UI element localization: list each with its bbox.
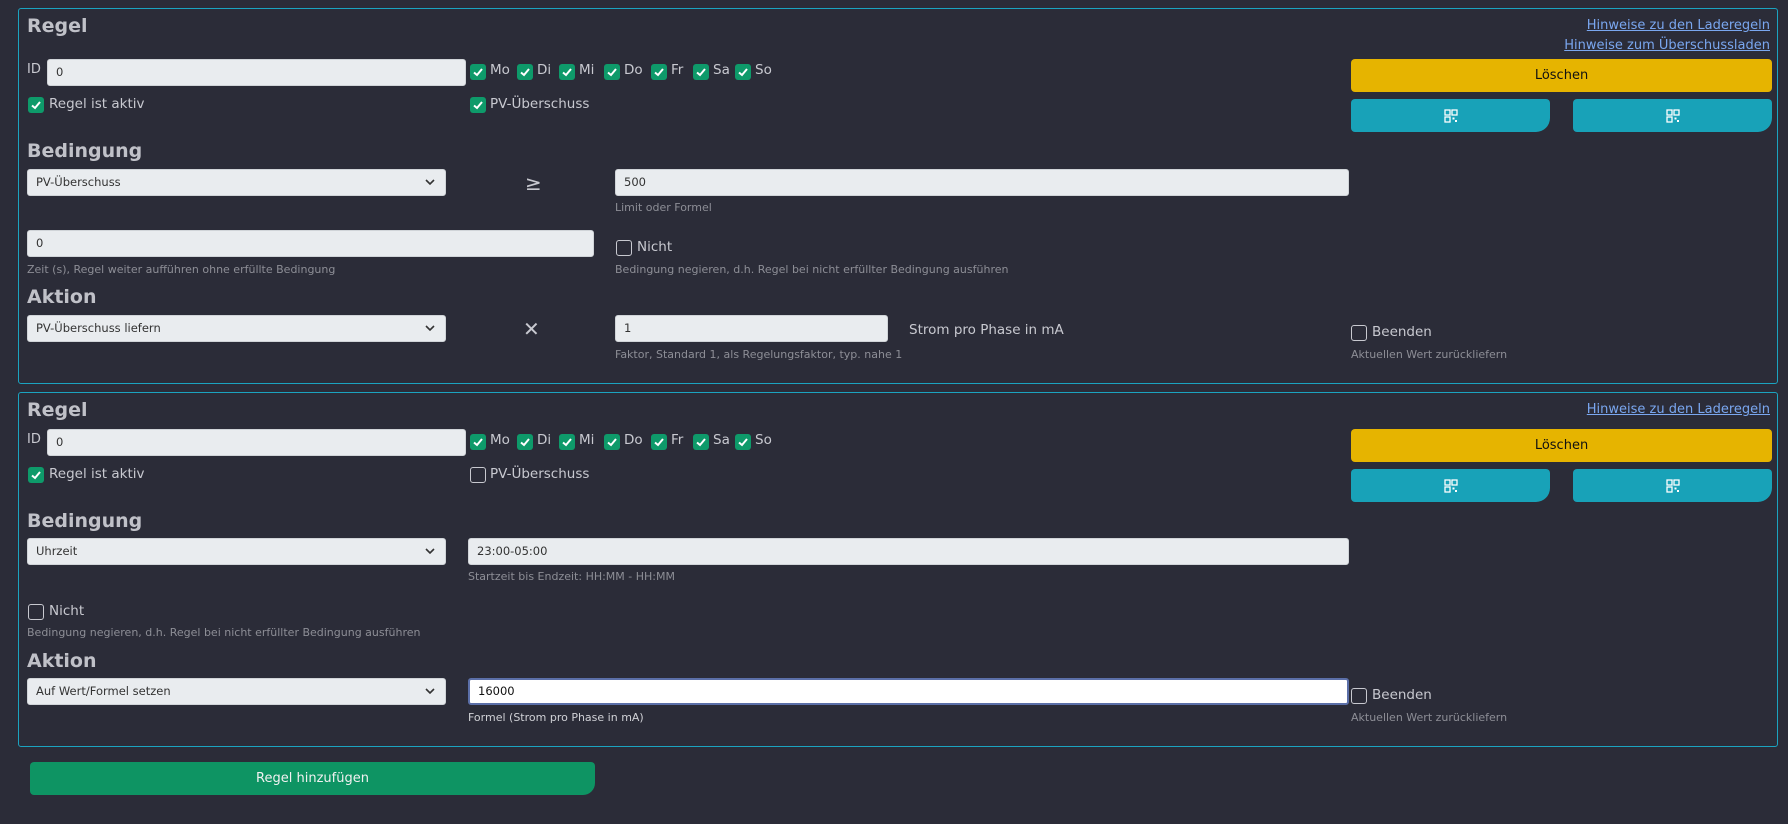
day-label-di: Di — [537, 432, 552, 448]
surplus-charging-help-link[interactable]: Hinweise zum Überschussladen — [1564, 38, 1770, 54]
rule-card-1: Regel Hinweise zu den Laderegeln Hinweis… — [18, 8, 1778, 384]
factor-input[interactable]: 1 — [615, 315, 888, 342]
time-range-input[interactable]: 23:00-05:00 — [468, 538, 1349, 565]
negate-checkbox[interactable] — [28, 604, 44, 620]
time-input[interactable]: 0 — [27, 230, 594, 257]
end-checkbox[interactable] — [1351, 325, 1367, 341]
day-checkbox-di[interactable] — [517, 64, 533, 80]
chevron-down-icon — [425, 325, 435, 332]
day-checkbox-mo[interactable] — [470, 64, 486, 80]
negate-label: Nicht — [637, 239, 673, 255]
day-checkbox-so[interactable] — [735, 64, 751, 80]
rule-active-checkbox[interactable] — [28, 97, 44, 113]
end-checkbox[interactable] — [1351, 688, 1367, 704]
negate-label: Nicht — [49, 603, 85, 619]
day-label-mi: Mi — [579, 432, 595, 448]
pv-surplus-label: PV-Überschuss — [490, 466, 590, 482]
copy-up-button[interactable] — [1351, 469, 1550, 502]
condition-title: Bedingung — [27, 510, 143, 532]
qr-code-icon — [1665, 478, 1680, 493]
day-checkbox-fr[interactable] — [651, 434, 667, 450]
qr-code-icon — [1665, 108, 1680, 123]
pv-surplus-checkbox[interactable] — [470, 97, 486, 113]
action-select[interactable]: PV-Überschuss liefern — [27, 315, 446, 342]
delete-rule-button[interactable]: Löschen — [1351, 429, 1772, 462]
condition-select-value: PV-Überschuss — [36, 175, 121, 189]
day-label-sa: Sa — [713, 432, 730, 448]
rule-title: Regel — [27, 399, 88, 421]
rule-active-label: Regel ist aktiv — [49, 96, 145, 112]
time-range-hint: Startzeit bis Endzeit: HH:MM - HH:MM — [468, 570, 675, 583]
copy-down-button[interactable] — [1573, 469, 1772, 502]
day-label-fr: Fr — [671, 62, 684, 78]
id-label: ID — [27, 432, 41, 447]
condition-select[interactable]: PV-Überschuss — [27, 169, 446, 196]
pv-surplus-checkbox[interactable] — [470, 467, 486, 483]
day-label-do: Do — [624, 432, 643, 448]
rule-active-checkbox[interactable] — [28, 467, 44, 483]
qr-code-icon — [1443, 108, 1458, 123]
action-title: Aktion — [27, 650, 97, 672]
rule-id-input[interactable]: 0 — [47, 429, 466, 456]
rule-card-2: Regel Hinweise zu den Laderegeln ID 0 Mo… — [18, 392, 1778, 747]
unit-label: Strom pro Phase in mA — [909, 322, 1064, 338]
negate-hint: Bedingung negieren, d.h. Regel bei nicht… — [27, 626, 421, 639]
day-label-sa: Sa — [713, 62, 730, 78]
limit-hint: Limit oder Formel — [615, 201, 712, 214]
formula-hint: Formel (Strom pro Phase in mA) — [468, 711, 644, 724]
end-label: Beenden — [1372, 687, 1432, 703]
end-hint: Aktuellen Wert zurückliefern — [1351, 348, 1508, 361]
day-checkbox-di[interactable] — [517, 434, 533, 450]
day-checkbox-do[interactable] — [604, 64, 620, 80]
pv-surplus-label: PV-Überschuss — [490, 96, 590, 112]
action-select-value: PV-Überschuss liefern — [36, 321, 161, 335]
condition-select[interactable]: Uhrzeit — [27, 538, 446, 565]
negate-hint: Bedingung negieren, d.h. Regel bei nicht… — [615, 263, 1009, 276]
day-checkbox-sa[interactable] — [693, 64, 709, 80]
day-checkbox-mi[interactable] — [559, 434, 575, 450]
rule-active-label: Regel ist aktiv — [49, 466, 145, 482]
multiply-operator: ✕ — [523, 317, 540, 341]
factor-hint: Faktor, Standard 1, als Regelungsfaktor,… — [615, 348, 903, 361]
day-label-do: Do — [624, 62, 643, 78]
copy-down-button[interactable] — [1573, 99, 1772, 132]
charging-rules-help-link[interactable]: Hinweise zu den Laderegeln — [1587, 18, 1770, 34]
formula-input[interactable]: 16000 — [468, 678, 1349, 705]
day-checkbox-so[interactable] — [735, 434, 751, 450]
rule-title: Regel — [27, 15, 88, 37]
greater-equal-operator: ≥ — [525, 171, 542, 195]
end-hint: Aktuellen Wert zurückliefern — [1351, 711, 1508, 724]
end-label: Beenden — [1372, 324, 1432, 340]
day-label-so: So — [755, 62, 772, 78]
action-title: Aktion — [27, 286, 97, 308]
chevron-down-icon — [425, 179, 435, 186]
condition-select-value: Uhrzeit — [36, 544, 78, 558]
chevron-down-icon — [425, 548, 435, 555]
qr-code-icon — [1443, 478, 1458, 493]
limit-input[interactable]: 500 — [615, 169, 1349, 196]
chevron-down-icon — [425, 688, 435, 695]
add-rule-button[interactable]: Regel hinzufügen — [30, 762, 595, 795]
condition-title: Bedingung — [27, 140, 143, 162]
day-checkbox-fr[interactable] — [651, 64, 667, 80]
day-label-fr: Fr — [671, 432, 684, 448]
day-checkbox-mi[interactable] — [559, 64, 575, 80]
copy-up-button[interactable] — [1351, 99, 1550, 132]
time-hint: Zeit (s), Regel weiter aufführen ohne er… — [27, 263, 336, 276]
day-checkbox-mo[interactable] — [470, 434, 486, 450]
day-label-mo: Mo — [490, 62, 510, 78]
day-label-mi: Mi — [579, 62, 595, 78]
day-checkbox-do[interactable] — [604, 434, 620, 450]
charging-rules-help-link[interactable]: Hinweise zu den Laderegeln — [1587, 402, 1770, 418]
action-select[interactable]: Auf Wert/Formel setzen — [27, 678, 446, 705]
negate-checkbox[interactable] — [616, 240, 632, 256]
id-label: ID — [27, 62, 41, 77]
day-label-di: Di — [537, 62, 552, 78]
delete-rule-button[interactable]: Löschen — [1351, 59, 1772, 92]
action-select-value: Auf Wert/Formel setzen — [36, 684, 171, 698]
day-label-mo: Mo — [490, 432, 510, 448]
day-label-so: So — [755, 432, 772, 448]
day-checkbox-sa[interactable] — [693, 434, 709, 450]
rule-id-input[interactable]: 0 — [47, 59, 466, 86]
